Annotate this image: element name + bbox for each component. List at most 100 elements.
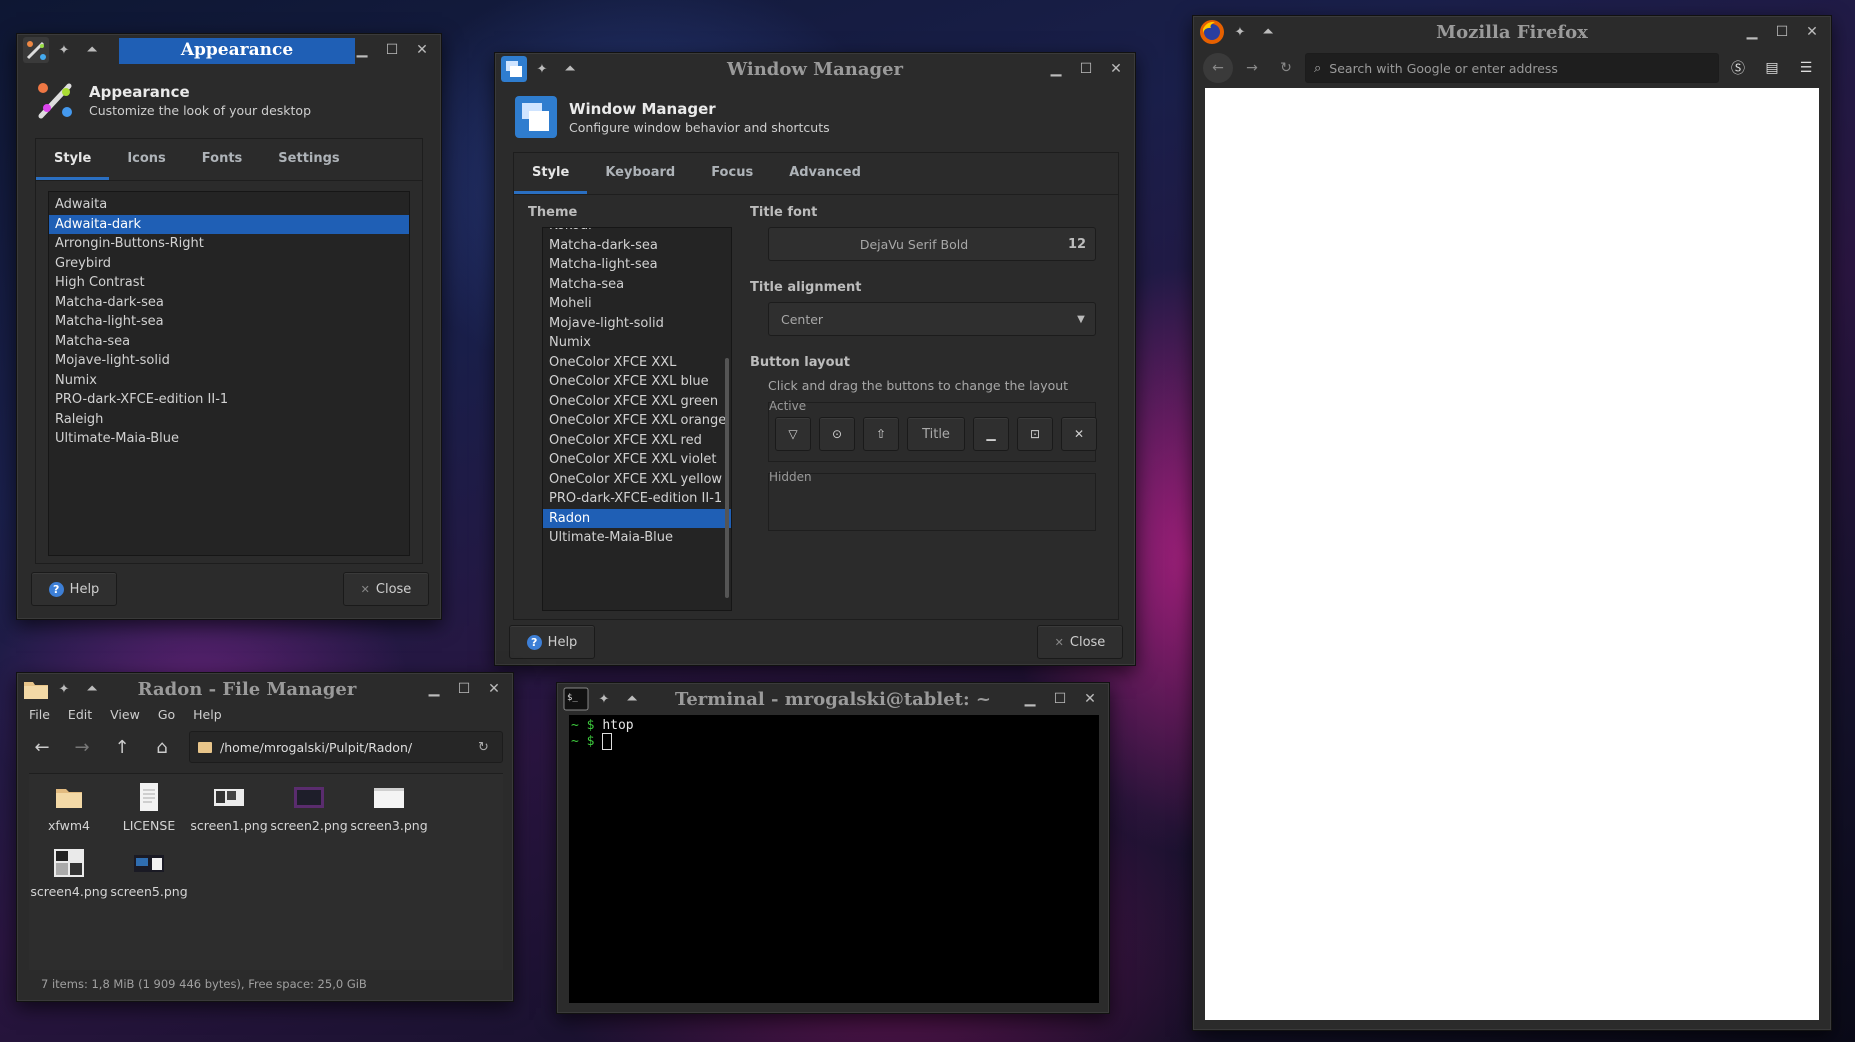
close-icon[interactable]: ✕ bbox=[1103, 56, 1129, 82]
file-item[interactable]: screen5.png bbox=[109, 848, 189, 914]
list-item[interactable]: Matcha-dark-sea bbox=[49, 293, 409, 313]
menu-file[interactable]: File bbox=[29, 707, 50, 722]
scrollbar[interactable] bbox=[725, 358, 729, 598]
list-item[interactable]: Kokodi bbox=[543, 228, 731, 236]
list-item[interactable]: Matcha-sea bbox=[543, 275, 731, 295]
close-icon[interactable]: ✕ bbox=[1799, 19, 1825, 45]
list-item[interactable]: Matcha-light-sea bbox=[49, 312, 409, 332]
menu-edit[interactable]: Edit bbox=[68, 707, 92, 722]
firefox-titlebar[interactable]: ✦ ⏶ Mozilla Firefox ▁ ☐ ✕ bbox=[1193, 16, 1831, 48]
list-item[interactable]: OneColor XFCE XXL blue bbox=[543, 372, 731, 392]
appearance-titlebar[interactable]: ✦ ⏶ Appearance ▁ ☐ ✕ bbox=[17, 34, 441, 66]
stick-button-icon[interactable]: ⊙ bbox=[819, 417, 855, 451]
shade-icon[interactable]: ⏶ bbox=[79, 37, 105, 63]
address-bar[interactable]: ⌕ Search with Google or enter address bbox=[1305, 53, 1719, 83]
close-icon[interactable]: ✕ bbox=[1077, 686, 1103, 712]
wm-theme-list[interactable]: Kokodi Matcha-dark-sea Matcha-light-sea … bbox=[542, 227, 732, 611]
forward-icon[interactable]: → bbox=[69, 734, 95, 760]
tab-style[interactable]: Style bbox=[36, 139, 110, 180]
list-item[interactable]: OneColor XFCE XXL orange bbox=[543, 411, 731, 431]
list-item[interactable]: Mojave-light-solid bbox=[49, 351, 409, 371]
help-button[interactable]: ? Help bbox=[31, 572, 117, 606]
list-item[interactable]: OneColor XFCE XXL bbox=[543, 353, 731, 373]
sync-icon[interactable]: Ⓢ bbox=[1723, 55, 1753, 81]
list-item[interactable]: Moheli bbox=[543, 294, 731, 314]
wm-titlebar[interactable]: ✦ ⏶ Window Manager ▁ ☐ ✕ bbox=[495, 53, 1135, 85]
file-item[interactable]: screen4.png bbox=[29, 848, 109, 914]
appearance-app-icon[interactable] bbox=[23, 37, 49, 63]
maximize-button-icon[interactable]: ⊡ bbox=[1017, 417, 1053, 451]
maximize-icon[interactable]: ☐ bbox=[1769, 19, 1795, 45]
list-item[interactable]: Matcha-light-sea bbox=[543, 255, 731, 275]
back-icon[interactable]: ← bbox=[1203, 53, 1233, 83]
firefox-content[interactable] bbox=[1205, 88, 1819, 1020]
close-icon[interactable]: ✕ bbox=[409, 37, 435, 63]
fm-titlebar[interactable]: ✦ ⏶ Radon - File Manager ▁ ☐ ✕ bbox=[17, 673, 513, 705]
file-item[interactable]: LICENSE bbox=[109, 782, 189, 848]
close-button-icon[interactable]: ✕ bbox=[1061, 417, 1097, 451]
list-item-selected[interactable]: Adwaita-dark bbox=[49, 214, 409, 234]
list-item[interactable]: OneColor XFCE XXL green bbox=[543, 392, 731, 412]
list-item[interactable]: Arrongin-Buttons-Right bbox=[49, 234, 409, 254]
tab-focus[interactable]: Focus bbox=[693, 153, 771, 191]
title-button[interactable]: Title bbox=[907, 417, 965, 451]
title-alignment-select[interactable]: Center ▼ bbox=[768, 302, 1096, 336]
minimize-icon[interactable]: ▁ bbox=[349, 37, 375, 63]
file-item[interactable]: screen3.png bbox=[349, 782, 429, 848]
pin-icon[interactable]: ✦ bbox=[529, 56, 555, 82]
file-item[interactable]: screen1.png bbox=[189, 782, 269, 848]
minimize-icon[interactable]: ▁ bbox=[1017, 686, 1043, 712]
list-item[interactable]: Numix bbox=[543, 333, 731, 353]
file-item[interactable]: xfwm4 bbox=[29, 782, 109, 848]
menu-view[interactable]: View bbox=[110, 707, 140, 722]
terminal-titlebar[interactable]: $_ ✦ ⏶ Terminal - mrogalski@tablet: ~ ▁ … bbox=[557, 683, 1109, 715]
tab-icons[interactable]: Icons bbox=[109, 139, 183, 177]
list-item[interactable]: PRO-dark-XFCE-edition II-1 bbox=[543, 489, 731, 509]
list-item[interactable]: Raleigh bbox=[49, 410, 409, 430]
file-item[interactable]: screen2.png bbox=[269, 782, 349, 848]
window-manager-app-icon[interactable] bbox=[501, 56, 527, 82]
up-icon[interactable]: ↑ bbox=[109, 734, 135, 760]
close-button[interactable]: ✕ Close bbox=[343, 572, 429, 606]
maximize-icon[interactable]: ☐ bbox=[451, 676, 477, 702]
title-font-button[interactable]: DejaVu Serif Bold 12 bbox=[768, 227, 1096, 261]
tab-settings[interactable]: Settings bbox=[260, 139, 357, 177]
forward-icon[interactable]: → bbox=[1237, 55, 1267, 81]
reload-icon[interactable]: ↻ bbox=[1271, 55, 1301, 81]
list-item[interactable]: Matcha-dark-sea bbox=[543, 236, 731, 256]
pin-icon[interactable]: ✦ bbox=[51, 37, 77, 63]
maximize-icon[interactable]: ☐ bbox=[1073, 56, 1099, 82]
tab-style[interactable]: Style bbox=[514, 153, 588, 194]
list-item[interactable]: OneColor XFCE XXL yellow bbox=[543, 470, 731, 490]
path-bar[interactable]: /home/mrogalski/Pulpit/Radon/ ↻ bbox=[189, 731, 503, 763]
fm-file-view[interactable]: xfwm4 LICENSE screen1.png screen2.png sc… bbox=[29, 773, 503, 970]
back-icon[interactable]: ← bbox=[29, 734, 55, 760]
hamburger-menu-icon[interactable]: ☰ bbox=[1791, 55, 1821, 81]
list-item[interactable]: Numix bbox=[49, 371, 409, 391]
shade-icon[interactable]: ⏶ bbox=[1255, 19, 1281, 45]
list-item[interactable]: High Contrast bbox=[49, 273, 409, 293]
reload-icon[interactable]: ↻ bbox=[478, 740, 502, 755]
minimize-icon[interactable]: ▁ bbox=[421, 676, 447, 702]
menu-go[interactable]: Go bbox=[158, 707, 175, 722]
minimize-button-icon[interactable]: ▁ bbox=[973, 417, 1009, 451]
list-item[interactable]: Greybird bbox=[49, 254, 409, 274]
sidebar-icon[interactable]: ▤ bbox=[1757, 55, 1787, 81]
maximize-icon[interactable]: ☐ bbox=[1047, 686, 1073, 712]
folder-app-icon[interactable] bbox=[23, 676, 49, 702]
close-icon[interactable]: ✕ bbox=[481, 676, 507, 702]
theme-list[interactable]: Adwaita Adwaita-dark Arrongin-Buttons-Ri… bbox=[48, 191, 410, 556]
list-item[interactable]: Adwaita bbox=[49, 195, 409, 215]
shade-icon[interactable]: ⏶ bbox=[557, 56, 583, 82]
tab-advanced[interactable]: Advanced bbox=[771, 153, 879, 191]
maximize-icon[interactable]: ☐ bbox=[379, 37, 405, 63]
terminal-screen[interactable]: ~ $ htop ~ $ bbox=[569, 715, 1099, 1003]
help-button[interactable]: ? Help bbox=[509, 625, 595, 659]
list-item[interactable]: OneColor XFCE XXL violet bbox=[543, 450, 731, 470]
firefox-icon[interactable] bbox=[1199, 19, 1225, 45]
minimize-icon[interactable]: ▁ bbox=[1043, 56, 1069, 82]
tab-keyboard[interactable]: Keyboard bbox=[587, 153, 693, 191]
tab-fonts[interactable]: Fonts bbox=[184, 139, 261, 177]
pin-icon[interactable]: ✦ bbox=[51, 676, 77, 702]
close-button[interactable]: ✕ Close bbox=[1037, 625, 1123, 659]
